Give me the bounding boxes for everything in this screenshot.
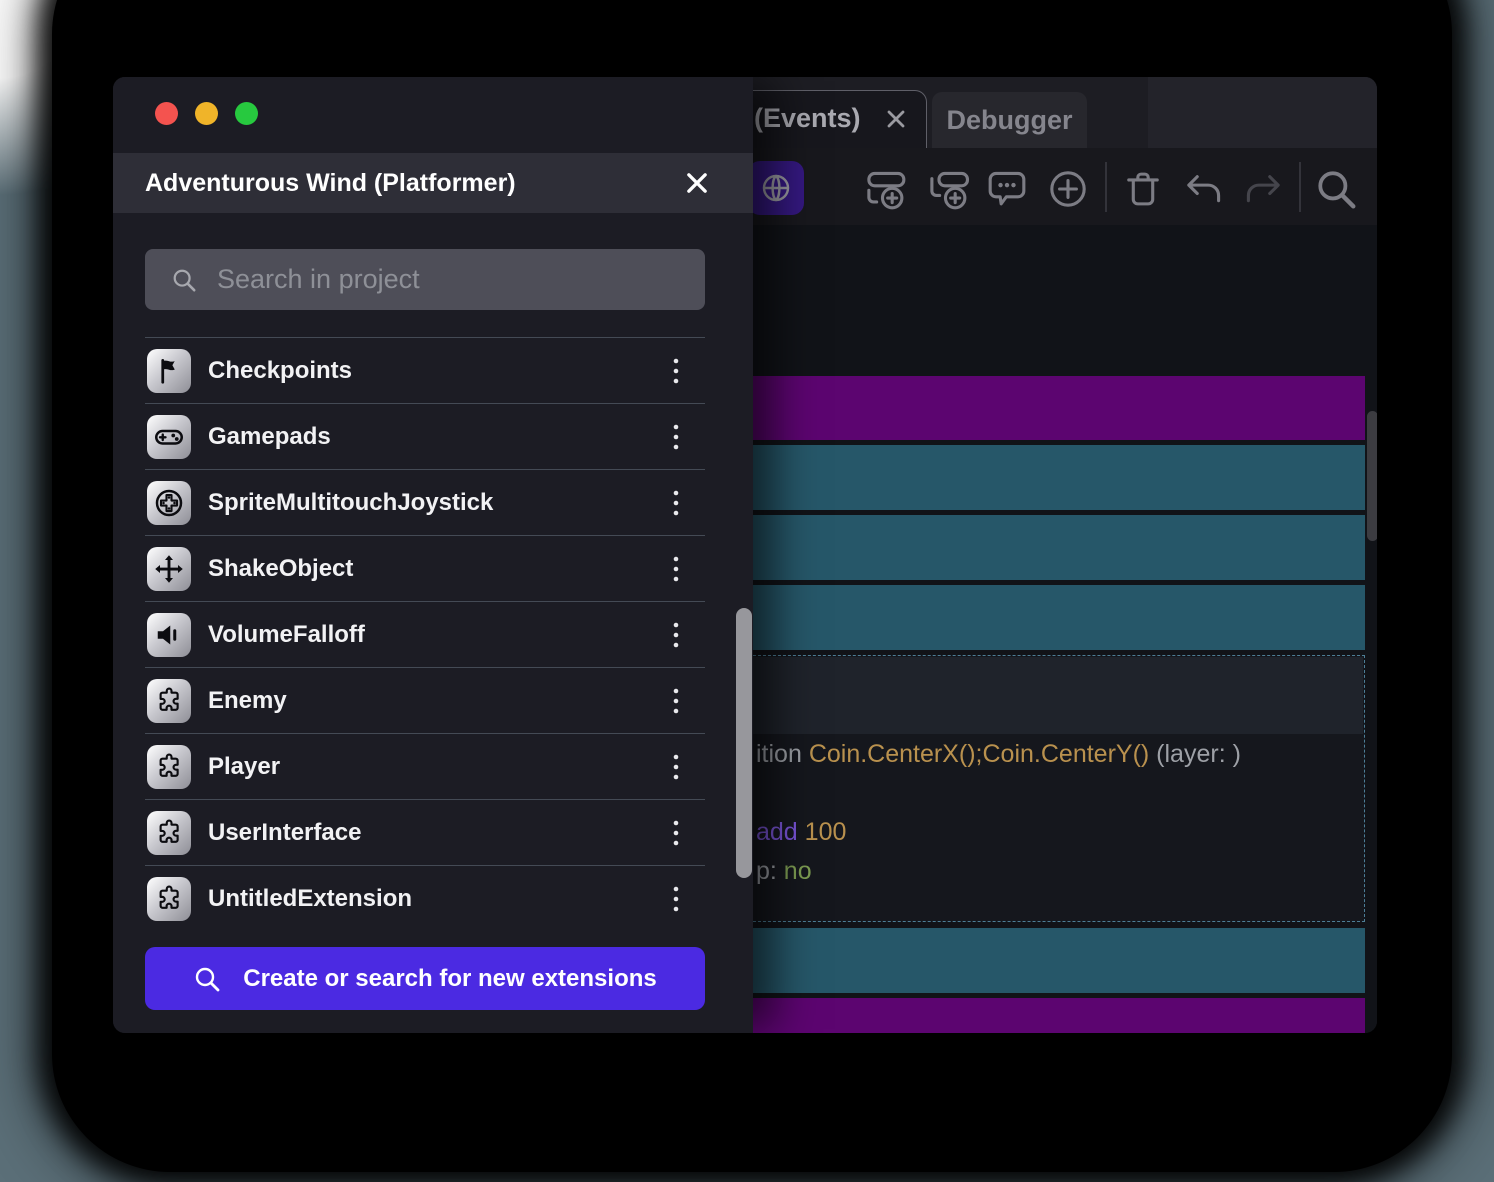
event-code-line: p: no (756, 857, 812, 886)
list-item-untitledextension[interactable]: UntitledExtension (145, 865, 705, 931)
list-item-checkpoints[interactable]: Checkpoints (145, 337, 705, 403)
panel-scrollbar[interactable] (736, 608, 752, 878)
item-menu-kebab-icon[interactable] (671, 555, 681, 583)
list-item-label: VolumeFalloff (208, 602, 365, 668)
code-token: Coin.CenterY() (983, 740, 1150, 768)
tab-debugger[interactable]: Debugger (932, 92, 1087, 148)
gamepad-icon (147, 415, 191, 459)
create-extension-button[interactable]: Create or search for new extensions (145, 947, 705, 1010)
toolbar-separator (1299, 162, 1301, 212)
list-item-label: UntitledExtension (208, 866, 412, 932)
puzzle-icon (147, 877, 191, 921)
list-item-volumefalloff[interactable]: VolumeFalloff (145, 601, 705, 667)
list-item-label: Enemy (208, 668, 287, 734)
events-scrollbar[interactable] (1367, 411, 1377, 541)
list-item-label: Checkpoints (208, 338, 352, 404)
list-item-player[interactable]: Player (145, 733, 705, 799)
add-subevent-icon[interactable] (928, 167, 972, 211)
list-item-label: UserInterface (208, 800, 361, 866)
code-token: 100 (798, 818, 847, 846)
code-token: no (784, 857, 812, 885)
project-manager-panel: Adventurous Wind (Platformer) Checkpoint… (113, 77, 753, 1033)
macos-minimize-button[interactable] (195, 102, 218, 125)
add-circle-icon[interactable] (1046, 167, 1090, 211)
undo-icon[interactable] (1183, 167, 1227, 211)
item-menu-kebab-icon[interactable] (671, 357, 681, 385)
code-token: p: (756, 857, 784, 885)
add-event-icon[interactable] (865, 167, 909, 211)
redo-icon[interactable] (1240, 167, 1284, 211)
extensions-list: CheckpointsGamepadsSpriteMultitouchJoyst… (145, 337, 705, 931)
code-token: add (756, 818, 798, 846)
globe-icon (760, 172, 792, 204)
tab-debugger-label: Debugger (946, 105, 1072, 136)
tab-bar-controls (1148, 77, 1377, 148)
macos-zoom-button[interactable] (235, 102, 258, 125)
macos-close-button[interactable] (155, 102, 178, 125)
close-icon[interactable] (683, 169, 711, 197)
joystick-icon (147, 481, 191, 525)
item-menu-kebab-icon[interactable] (671, 489, 681, 517)
list-item-label: ShakeObject (208, 536, 353, 602)
event-block-teal[interactable] (743, 445, 1365, 510)
gdevelop-window: (Events) Debugger ition Coin.CenterX();C… (113, 77, 1377, 1033)
item-menu-kebab-icon[interactable] (671, 687, 681, 715)
list-item-enemy[interactable]: Enemy (145, 667, 705, 733)
code-token: ; (976, 740, 983, 768)
search-icon[interactable] (1314, 167, 1358, 211)
panel-header: Adventurous Wind (Platformer) (113, 153, 753, 213)
list-item-gamepads[interactable]: Gamepads (145, 403, 705, 469)
event-code-line: add 100 (756, 818, 846, 847)
item-menu-kebab-icon[interactable] (671, 753, 681, 781)
add-comment-icon[interactable] (985, 167, 1029, 211)
event-block-purple[interactable] (743, 998, 1365, 1033)
scene-variables-button[interactable] (748, 161, 804, 215)
trash-icon[interactable] (1121, 167, 1165, 211)
item-menu-kebab-icon[interactable] (671, 819, 681, 847)
item-menu-kebab-icon[interactable] (671, 423, 681, 451)
event-block-teal[interactable] (743, 928, 1365, 993)
list-item-spritemultitouchjoystick[interactable]: SpriteMultitouchJoystick (145, 469, 705, 535)
search-box[interactable] (145, 249, 705, 310)
toolbar-separator (1105, 162, 1107, 212)
close-icon[interactable] (884, 107, 908, 131)
list-item-userinterface[interactable]: UserInterface (145, 799, 705, 865)
search-input[interactable] (215, 263, 705, 296)
event-condition-area[interactable] (745, 657, 1363, 734)
event-block-selected[interactable]: ition Coin.CenterX();Coin.CenterY() (lay… (743, 655, 1365, 922)
code-token: (layer: ) (1149, 740, 1241, 768)
tab-events-label: (Events) (754, 91, 861, 146)
list-item-label: Gamepads (208, 404, 331, 470)
search-icon (193, 965, 221, 993)
search-icon (171, 267, 197, 293)
list-item-label: Player (208, 734, 280, 800)
list-item-label: SpriteMultitouchJoystick (208, 470, 493, 536)
puzzle-icon (147, 679, 191, 723)
code-token: ition (756, 740, 809, 768)
event-block-purple[interactable] (743, 376, 1365, 440)
item-menu-kebab-icon[interactable] (671, 621, 681, 649)
move-arrows-icon (147, 547, 191, 591)
create-extension-label: Create or search for new extensions (243, 965, 656, 993)
code-token: Coin.CenterX() (809, 740, 976, 768)
panel-title: Adventurous Wind (Platformer) (145, 153, 516, 213)
event-block-teal[interactable] (743, 515, 1365, 580)
puzzle-icon (147, 811, 191, 855)
event-block-teal[interactable] (743, 585, 1365, 650)
event-code-line: ition Coin.CenterX();Coin.CenterY() (lay… (756, 740, 1241, 769)
flag-icon (147, 349, 191, 393)
item-menu-kebab-icon[interactable] (671, 885, 681, 913)
puzzle-icon (147, 745, 191, 789)
speaker-icon (147, 613, 191, 657)
list-item-shakeobject[interactable]: ShakeObject (145, 535, 705, 601)
